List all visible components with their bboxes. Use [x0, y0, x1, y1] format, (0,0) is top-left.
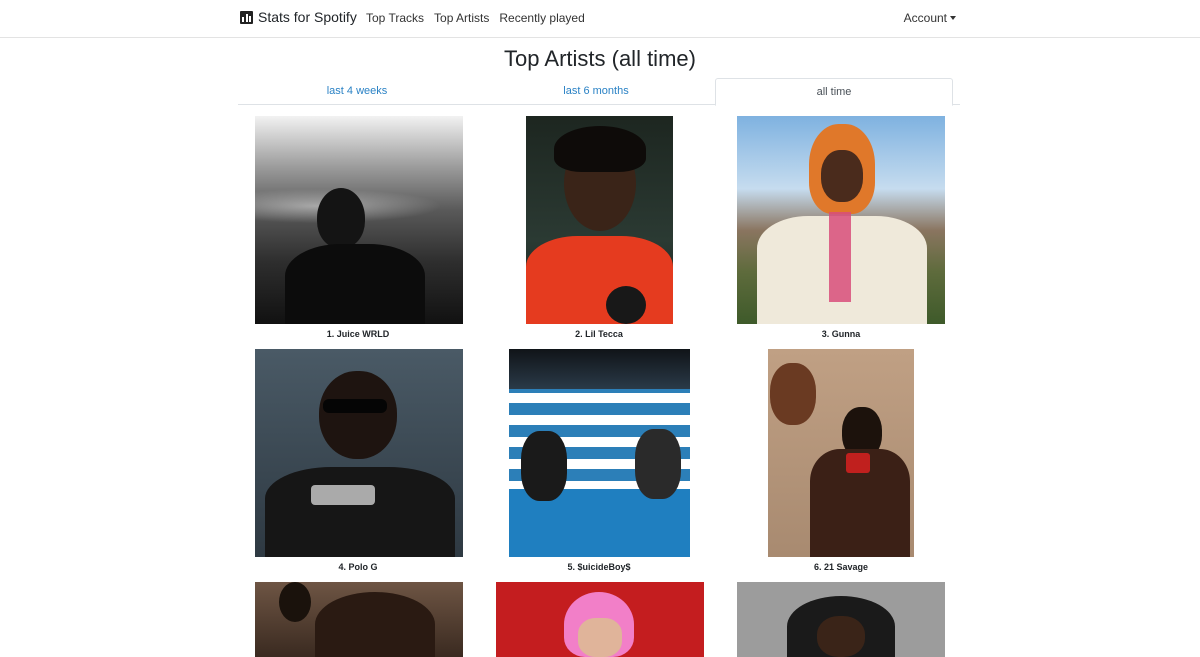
- artist-name: 1. Juice WRLD: [326, 329, 390, 339]
- artist-photo: [768, 349, 914, 557]
- navbar: Stats for Spotify Top Tracks Top Artists…: [0, 0, 1200, 38]
- nav-recently-played[interactable]: Recently played: [499, 11, 584, 25]
- account-dropdown[interactable]: Account: [904, 11, 956, 25]
- artist-photo: [496, 582, 704, 657]
- nav-links: Top Tracks Top Artists Recently played: [366, 11, 585, 25]
- tab-last-4-weeks[interactable]: last 4 weeks: [238, 78, 476, 105]
- account-label: Account: [903, 11, 947, 25]
- artist-photo: [255, 349, 463, 557]
- bar-chart-icon: [240, 10, 253, 24]
- artist-name: 4. Polo G: [338, 562, 378, 572]
- artist-name: 3. Gunna: [821, 329, 861, 339]
- caret-down-icon: [950, 16, 956, 20]
- artist-photo: [255, 582, 463, 657]
- artist-name: 6. 21 Savage: [813, 562, 869, 572]
- artist-photo: [737, 116, 945, 324]
- brand-link[interactable]: Stats for Spotify: [240, 9, 357, 25]
- nav-top-artists[interactable]: Top Artists: [434, 11, 489, 25]
- tab-last-6-months[interactable]: last 6 months: [477, 78, 715, 105]
- brand-title: Stats for Spotify: [258, 9, 357, 25]
- page-title: Top Artists (all time): [504, 46, 696, 71]
- tab-all-time[interactable]: all time: [715, 78, 953, 106]
- time-range-tabs: last 4 weeks last 6 months all time: [238, 78, 960, 106]
- artist-photo: [737, 582, 945, 657]
- artist-name: 5. $uicideBoy$: [567, 562, 631, 572]
- artist-photo: [255, 116, 463, 324]
- artist-photo: [509, 349, 690, 557]
- artist-name: 2. Lil Tecca: [575, 329, 623, 339]
- nav-top-tracks[interactable]: Top Tracks: [366, 11, 424, 25]
- artist-photo: [526, 116, 673, 324]
